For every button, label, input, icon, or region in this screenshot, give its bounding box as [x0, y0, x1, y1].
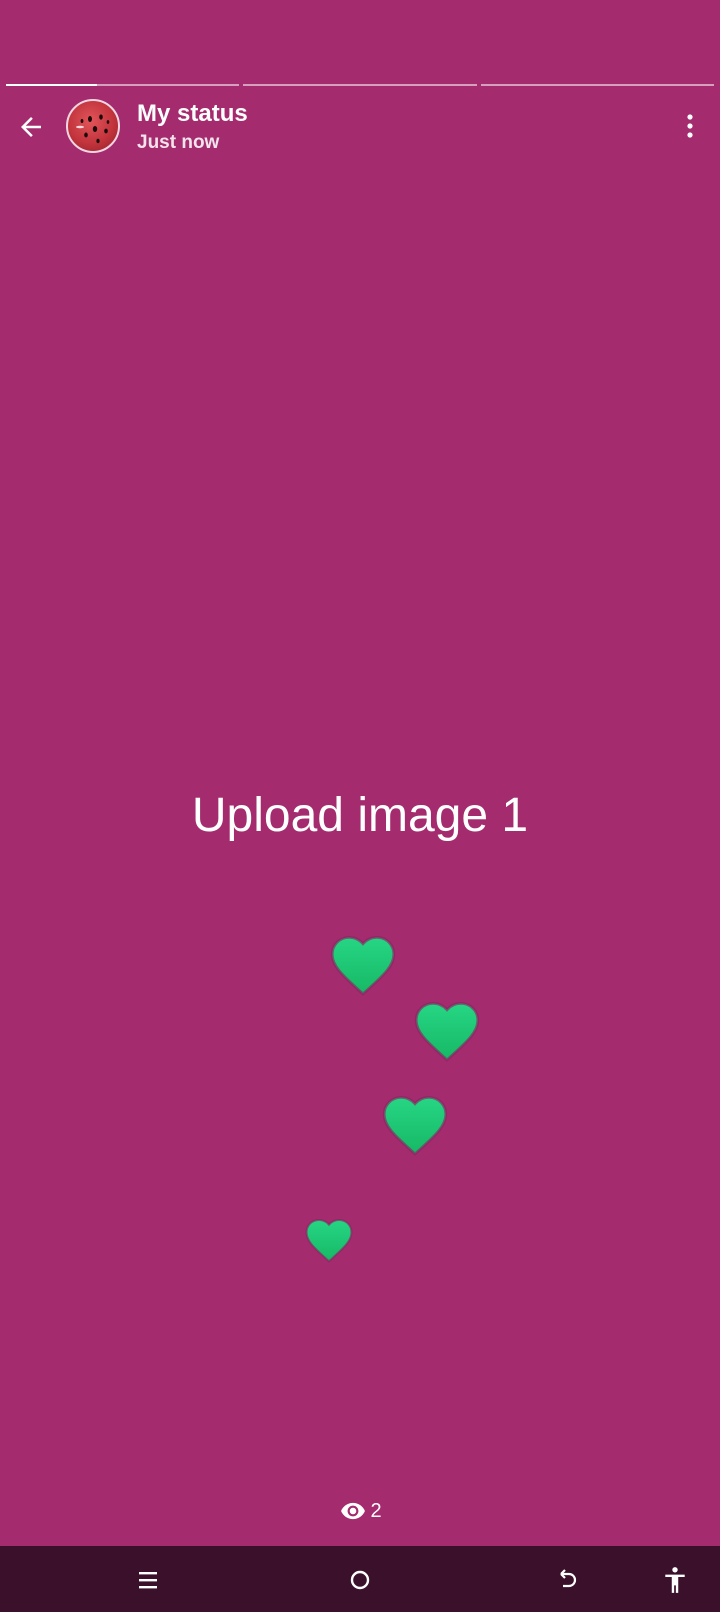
- more-vertical-icon: [687, 114, 693, 138]
- heart-icon: [330, 935, 396, 996]
- more-options-button[interactable]: [674, 108, 706, 144]
- story-segment: [480, 84, 714, 86]
- arrow-left-icon: [21, 117, 41, 137]
- story-segment: [243, 84, 477, 86]
- back-icon: [560, 1569, 577, 1588]
- system-nav-bar: [0, 1546, 720, 1612]
- home-button[interactable]: [340, 1560, 380, 1600]
- back-nav-button[interactable]: [548, 1560, 588, 1600]
- status-title: My status: [137, 100, 248, 127]
- menu-icon: [139, 1572, 157, 1589]
- views-count: 2: [370, 1499, 382, 1522]
- avatar[interactable]: [66, 99, 120, 153]
- heart-icon: [414, 1001, 480, 1062]
- status-text: Upload image 1: [191, 789, 529, 842]
- eye-icon: [341, 1502, 366, 1520]
- status-timestamp: Just now: [137, 132, 220, 153]
- recents-button[interactable]: [128, 1560, 168, 1600]
- heart-icon: [305, 1218, 353, 1263]
- accessibility-button[interactable]: [655, 1560, 695, 1600]
- status-header: My status Just now: [0, 96, 720, 158]
- story-segment: [6, 84, 240, 86]
- story-progress: [6, 84, 714, 86]
- back-button[interactable]: [14, 110, 48, 144]
- views-indicator[interactable]: 2: [0, 1498, 720, 1524]
- heart-icon: [382, 1095, 448, 1156]
- accessibility-icon: [665, 1567, 685, 1593]
- watermelon-avatar: [76, 114, 110, 144]
- home-icon: [350, 1570, 370, 1590]
- segment-fill: [6, 84, 97, 86]
